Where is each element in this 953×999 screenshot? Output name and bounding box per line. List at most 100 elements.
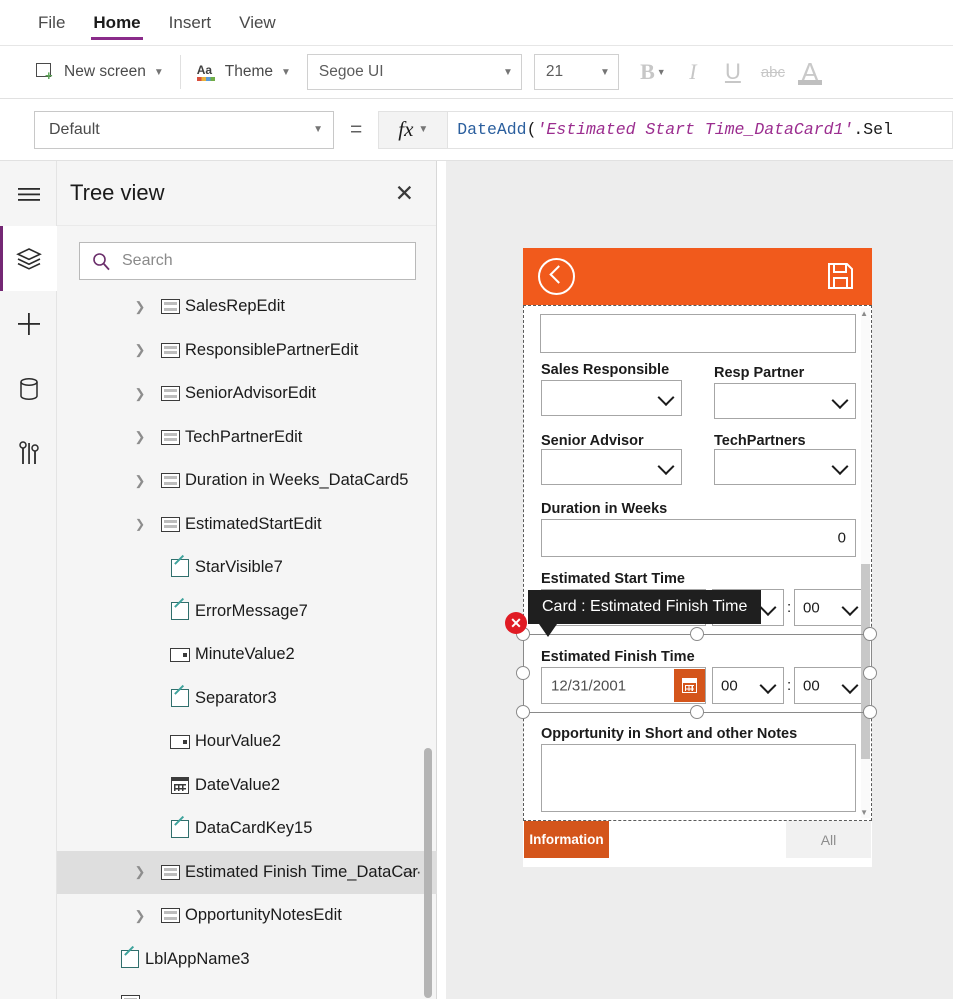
app-header-bar	[523, 248, 872, 305]
tree-item-label: DateValue2	[195, 775, 281, 794]
top-textbox-field[interactable]	[540, 314, 856, 353]
back-chevron-icon[interactable]	[538, 258, 575, 295]
font-color-button[interactable]: A	[793, 52, 827, 92]
hamburger-icon	[17, 187, 40, 201]
chevron-down-icon[interactable]: ▼	[860, 808, 868, 817]
tree-view-list[interactable]: ❯ SalesRepEdit ❯ ResponsiblePartnerEdit …	[57, 285, 437, 999]
tree-view-scrollbar[interactable]	[424, 748, 432, 998]
tree-item-label: Estimated Finish Time_DataCar	[185, 862, 418, 881]
save-disk-icon[interactable]	[827, 262, 854, 290]
resp-partner-dropdown[interactable]	[714, 383, 856, 419]
menu-tab-insert[interactable]: Insert	[155, 0, 226, 46]
tree-item-responsiblepartneredit[interactable]: ❯ ResponsiblePartnerEdit	[57, 329, 437, 373]
search-input[interactable]: Search	[79, 242, 416, 280]
time-separator: :	[787, 599, 792, 616]
tree-item-hourvalue2[interactable]: HourValue2	[57, 720, 437, 764]
tree-item-datevalue2[interactable]: DateValue2	[57, 764, 437, 808]
tree-item-lblappname3[interactable]: LblAppName3	[57, 938, 437, 982]
new-screen-button[interactable]: + New screen ▼	[26, 53, 174, 91]
tree-item-techpartneredit[interactable]: ❯ TechPartnerEdit	[57, 416, 437, 460]
rail-item-insert[interactable]	[0, 291, 57, 356]
calendar-picker-button[interactable]	[674, 669, 705, 702]
ribbon-divider	[179, 55, 181, 89]
rail-item-data[interactable]	[0, 356, 57, 421]
chevron-down-icon: ▼	[600, 66, 610, 78]
theme-button[interactable]: Aa Theme ▼	[187, 53, 301, 91]
chevron-right-icon[interactable]: ❯	[125, 908, 155, 924]
tree-item-duration-in-weeks-datacard5[interactable]: ❯ Duration in Weeks_DataCard5	[57, 459, 437, 503]
tree-item-overflow-menu[interactable]: ···	[402, 862, 423, 882]
resize-handle-top-right[interactable]	[863, 627, 877, 641]
underline-button[interactable]: U	[713, 52, 753, 92]
tree-item-estimatedstartedit[interactable]: ❯ EstimatedStartEdit	[57, 503, 437, 547]
resize-handle-middle-left[interactable]	[516, 666, 530, 680]
form-scrollbar-thumb[interactable]	[861, 564, 870, 759]
chevron-right-icon[interactable]: ❯	[125, 473, 155, 489]
estimated-finish-time-hour-dropdown[interactable]: 00	[712, 667, 784, 704]
tab-all[interactable]: All	[786, 821, 871, 858]
chevron-up-icon[interactable]: ▲	[860, 309, 868, 318]
strikethrough-button[interactable]: abc	[753, 52, 793, 92]
tree-item-starvisible7[interactable]: StarVisible7	[57, 546, 437, 590]
tree-item-opportunitynotesedit[interactable]: ❯ OpportunityNotesEdit	[57, 894, 437, 938]
canvas-left-gutter	[438, 161, 446, 999]
tab-information[interactable]: Information	[524, 821, 609, 858]
chevron-right-icon[interactable]: ❯	[125, 386, 155, 402]
resize-handle-bottom-center[interactable]	[690, 705, 704, 719]
close-icon[interactable]: ✕	[395, 181, 414, 205]
chevron-right-icon[interactable]: ❯	[125, 864, 155, 880]
tree-item-label: MinuteValue2	[195, 645, 295, 664]
tree-item-estimated-finish-time-datacard[interactable]: ❯ Estimated Finish Time_DataCar ···	[57, 850, 437, 894]
tree-item-senioradvisoredit[interactable]: ❯ SeniorAdvisorEdit	[57, 372, 437, 416]
duration-in-weeks-input[interactable]: 0	[541, 519, 856, 557]
formula-input[interactable]: DateAdd('Estimated Start Time_DataCard1'…	[448, 110, 953, 149]
bold-label: B	[640, 59, 655, 84]
menu-tab-view[interactable]: View	[225, 0, 290, 46]
resize-handle-middle-right[interactable]	[863, 666, 877, 680]
menu-tab-home[interactable]: Home	[79, 0, 154, 46]
resize-handle-bottom-right[interactable]	[863, 705, 877, 719]
chevron-right-icon[interactable]: ❯	[125, 299, 155, 315]
fx-button[interactable]: fx ▼	[378, 110, 449, 149]
bold-button[interactable]: B ▼	[633, 52, 673, 92]
error-badge[interactable]: ✕	[505, 612, 527, 634]
rail-item-advanced-tools[interactable]	[0, 421, 57, 486]
label-icon	[165, 689, 195, 708]
resize-handle-bottom-left[interactable]	[516, 705, 530, 719]
estimated-finish-time-minute-value: 00	[803, 677, 820, 694]
estimated-finish-time-minute-dropdown[interactable]: 00	[794, 667, 866, 704]
tree-item-label: HourValue2	[195, 732, 281, 751]
chevron-right-icon[interactable]: ❯	[125, 429, 155, 445]
error-badge-icon: ✕	[510, 614, 522, 631]
chevron-down-icon	[659, 461, 672, 474]
resize-handle-top-center[interactable]	[690, 627, 704, 641]
font-size-select[interactable]: 21 ▼	[533, 54, 619, 90]
tree-item-salesrepedit[interactable]: ❯ SalesRepEdit	[57, 285, 437, 329]
selection-tooltip: Card : Estimated Finish Time	[528, 590, 762, 624]
tree-item-errormessage7[interactable]: ErrorMessage7	[57, 590, 437, 634]
italic-button[interactable]: I	[673, 52, 713, 92]
chevron-down-icon[interactable]: ❯	[125, 517, 155, 531]
tree-item-label: ResponsiblePartnerEdit	[185, 340, 359, 359]
estimated-finish-time-date-input[interactable]: 12/31/2001	[541, 667, 706, 704]
tree-item-datacardkey15[interactable]: DataCardKey15	[57, 807, 437, 851]
tree-item-partial[interactable]	[57, 981, 437, 999]
property-select[interactable]: Default ▼	[34, 110, 334, 149]
menu-tab-home-label: Home	[93, 12, 141, 32]
tree-item-separator3[interactable]: Separator3	[57, 677, 437, 721]
equals-sign: =	[350, 117, 363, 141]
opportunity-notes-textarea[interactable]	[541, 744, 856, 812]
card-icon	[155, 908, 185, 924]
sales-responsible-dropdown[interactable]	[541, 380, 682, 416]
chevron-right-icon[interactable]: ❯	[125, 342, 155, 358]
hamburger-menu-button[interactable]	[0, 161, 57, 226]
rail-item-tree-view[interactable]	[0, 226, 57, 291]
senior-advisor-dropdown[interactable]	[541, 449, 682, 485]
menu-tab-file[interactable]: File	[24, 0, 79, 46]
estimated-start-time-minute-dropdown[interactable]: 00	[794, 589, 866, 626]
font-family-select[interactable]: Segoe UI ▼	[306, 54, 522, 90]
tree-item-label: StarVisible7	[195, 558, 283, 577]
tree-item-label: SeniorAdvisorEdit	[185, 384, 317, 403]
techpartners-dropdown[interactable]	[714, 449, 856, 485]
tree-item-minutevalue2[interactable]: MinuteValue2	[57, 633, 437, 677]
